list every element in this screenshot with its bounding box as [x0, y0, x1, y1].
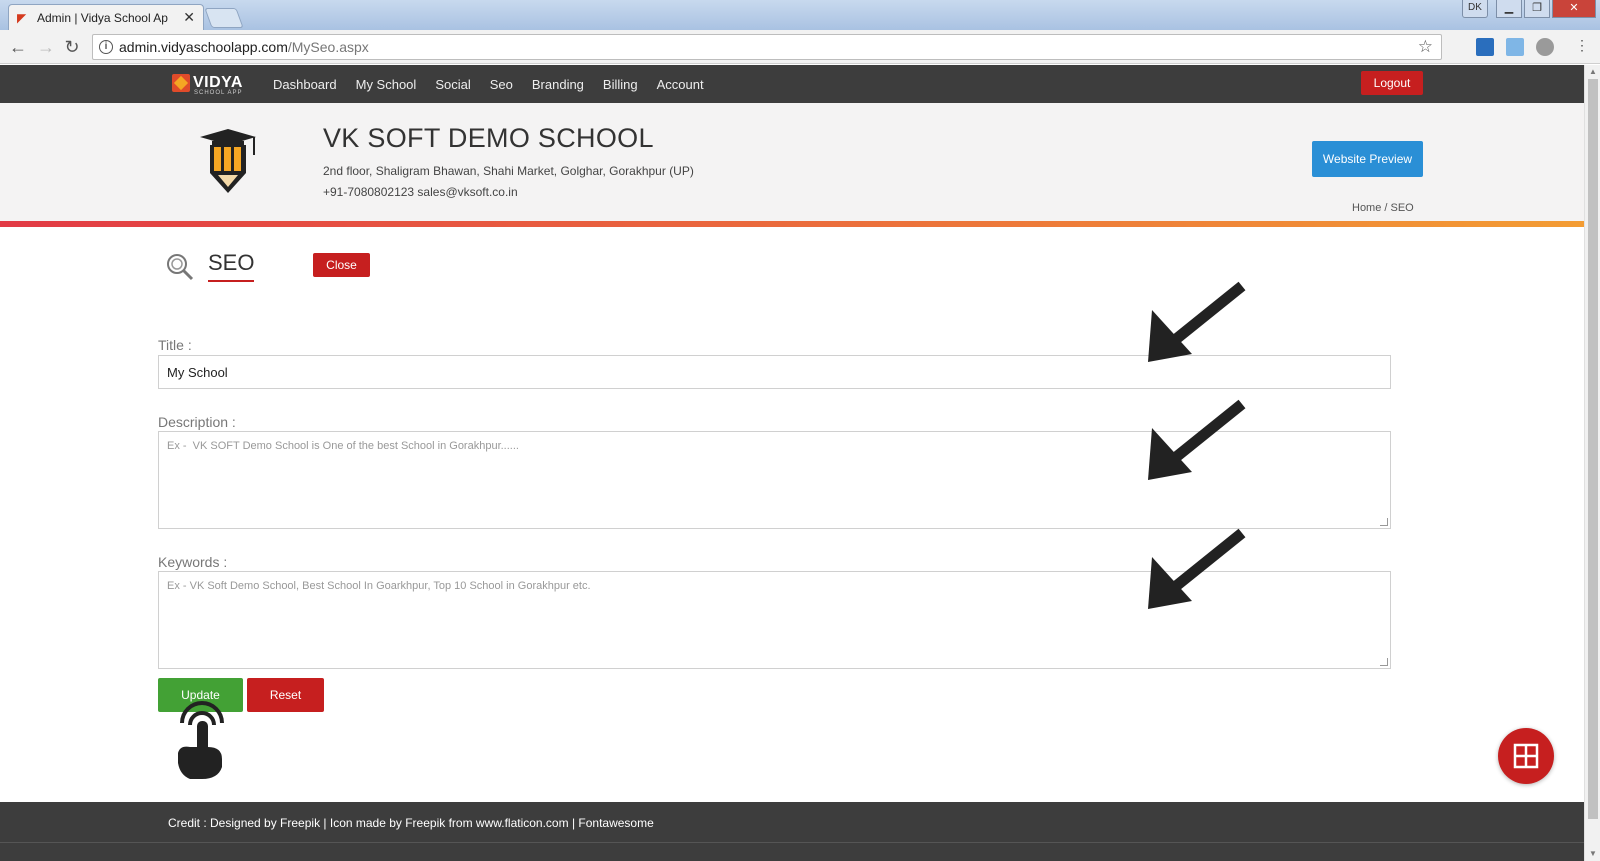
- info-icon[interactable]: i: [99, 40, 113, 54]
- globe-icon[interactable]: [1536, 38, 1554, 56]
- school-header: VK SOFT DEMO SCHOOL 2nd floor, Shaligram…: [0, 103, 1584, 221]
- annotation-arrow-icon: [1148, 528, 1246, 609]
- minimize-button[interactable]: ▁: [1496, 0, 1522, 18]
- back-icon[interactable]: ←: [8, 37, 28, 58]
- reload-icon[interactable]: ↻: [62, 37, 82, 58]
- tap-hand-icon: [178, 701, 224, 779]
- header-divider: [0, 221, 1584, 227]
- logo-subtext: SCHOOL APP: [194, 90, 243, 96]
- resize-grip-icon[interactable]: [1380, 518, 1388, 526]
- website-preview-button[interactable]: Website Preview: [1312, 141, 1423, 177]
- nav-account[interactable]: Account: [657, 77, 704, 92]
- browser-tab-bar: ◤ Admin | Vidya School Ap ✕ DK ▁ ❐ ✕: [0, 0, 1600, 30]
- menu-dots-icon[interactable]: ⋮: [1572, 37, 1592, 54]
- title-label: Title :: [158, 337, 192, 353]
- page-scrollbar[interactable]: ▲ ▼: [1584, 65, 1600, 861]
- restore-button[interactable]: ❐: [1524, 0, 1550, 18]
- footer-credit: Credit : Designed by Freepik | Icon made…: [168, 816, 654, 830]
- top-navbar: VIDYA SCHOOL APP Dashboard My School Soc…: [0, 65, 1584, 103]
- keywords-label: Keywords :: [158, 554, 228, 570]
- nav-my-school[interactable]: My School: [356, 77, 417, 92]
- extension-icon[interactable]: [1506, 38, 1524, 56]
- graduation-pencil-icon: [200, 129, 256, 193]
- nav-seo[interactable]: Seo: [490, 77, 513, 92]
- tab-title: Admin | Vidya School Ap: [37, 10, 168, 25]
- annotation-arrow-icon: [1148, 399, 1246, 480]
- vidya-logo[interactable]: VIDYA SCHOOL APP: [172, 74, 243, 96]
- window-controls: DK ▁ ❐ ✕: [1462, 0, 1596, 18]
- footer-bottom: [0, 842, 1584, 861]
- logout-button[interactable]: Logout: [1361, 71, 1423, 95]
- nav-social[interactable]: Social: [435, 77, 470, 92]
- school-name: VK SOFT DEMO SCHOOL: [323, 123, 654, 153]
- url-input[interactable]: i admin.vidyaschoolapp.com /MySeo.aspx ☆: [92, 34, 1442, 60]
- url-path: /MySeo.aspx: [287, 39, 369, 55]
- nav-billing[interactable]: Billing: [603, 77, 638, 92]
- bookmark-star-icon[interactable]: ☆: [1418, 37, 1433, 57]
- window-close-button[interactable]: ✕: [1552, 0, 1596, 18]
- breadcrumb: Home / SEO: [1352, 202, 1414, 214]
- web-page: VIDYA SCHOOL APP Dashboard My School Soc…: [0, 65, 1584, 861]
- browser-tab[interactable]: ◤ Admin | Vidya School Ap ✕: [8, 4, 204, 30]
- seo-magnifier-icon: [167, 254, 194, 281]
- url-host: admin.vidyaschoolapp.com: [119, 39, 288, 55]
- resize-grip-icon[interactable]: [1380, 658, 1388, 666]
- apps-grid-button[interactable]: [1498, 728, 1554, 784]
- grid-icon: [1513, 743, 1539, 769]
- forward-icon[interactable]: →: [36, 37, 56, 58]
- address-bar-row: ← → ↻ i admin.vidyaschoolapp.com /MySeo.…: [0, 30, 1600, 64]
- nav-branding[interactable]: Branding: [532, 77, 584, 92]
- favicon-icon: ◤: [17, 10, 27, 25]
- profile-button[interactable]: DK: [1462, 0, 1488, 18]
- extension-icon[interactable]: [1476, 38, 1494, 56]
- close-button[interactable]: Close: [313, 253, 370, 277]
- footer: Credit : Designed by Freepik | Icon made…: [0, 802, 1584, 861]
- school-address: 2nd floor, Shaligram Bhawan, Shahi Marke…: [323, 164, 694, 178]
- reset-button[interactable]: Reset: [247, 678, 324, 712]
- description-label: Description :: [158, 414, 236, 430]
- logo-text: VIDYA: [193, 74, 243, 91]
- scroll-up-icon[interactable]: ▲: [1589, 67, 1597, 76]
- annotation-arrow-icon: [1148, 281, 1246, 362]
- new-tab-button[interactable]: [204, 8, 244, 28]
- scrollbar-thumb[interactable]: [1588, 79, 1598, 819]
- nav-dashboard[interactable]: Dashboard: [273, 77, 337, 92]
- main-menu: Dashboard My School Social Seo Branding …: [273, 65, 723, 103]
- page-title: SEO: [208, 250, 255, 282]
- scroll-down-icon[interactable]: ▼: [1589, 849, 1597, 858]
- close-tab-icon[interactable]: ✕: [183, 9, 195, 26]
- logo-mark-icon: [172, 74, 190, 92]
- school-contact: +91-7080802123 sales@vksoft.co.in: [323, 185, 518, 199]
